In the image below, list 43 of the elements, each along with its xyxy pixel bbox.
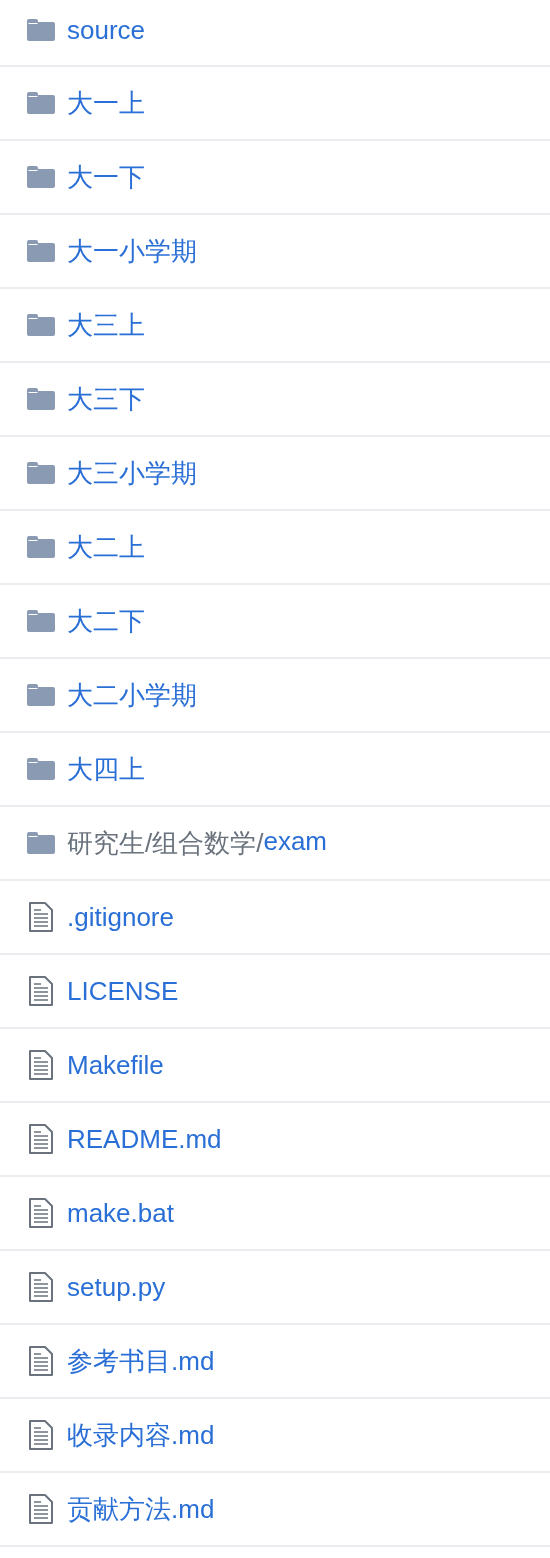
file-icon: [29, 1494, 53, 1524]
file-link[interactable]: 贡献方法.md: [67, 1491, 215, 1527]
file-link[interactable]: LICENSE: [67, 975, 179, 1007]
folder-icon: [27, 92, 55, 114]
folder-icon: [27, 758, 55, 780]
folder-link[interactable]: exam: [263, 825, 328, 861]
folder-link[interactable]: source: [67, 14, 146, 46]
folder-link[interactable]: 大二上: [67, 529, 145, 565]
file-icon: [29, 1124, 53, 1154]
folder-icon: [27, 536, 55, 558]
folder-icon: [27, 832, 55, 854]
file-icon: [29, 1346, 53, 1376]
folder-link[interactable]: 大三小学期: [67, 455, 197, 491]
file-icon: [29, 902, 53, 932]
folder-link[interactable]: 大一下: [67, 159, 145, 195]
folder-link[interactable]: 大四上: [67, 751, 145, 787]
folder-link[interactable]: 大二小学期: [67, 677, 197, 713]
path-prefix: 研究生/组合数学/: [67, 826, 264, 860]
file-link[interactable]: README.md: [67, 1123, 222, 1155]
file-icon: [29, 1272, 53, 1302]
folder-link[interactable]: 大一上: [67, 85, 145, 121]
folder-link[interactable]: 大三上: [67, 307, 145, 343]
folder-icon: [27, 19, 55, 41]
file-icon: [29, 1420, 53, 1450]
folder-link[interactable]: 大三下: [67, 381, 145, 417]
file-link[interactable]: setup.py: [67, 1271, 166, 1303]
folder-icon: [27, 240, 55, 262]
file-link[interactable]: 收录内容.md: [67, 1417, 215, 1453]
folder-link[interactable]: 大二下: [67, 603, 145, 639]
folder-icon: [27, 462, 55, 484]
file-icon: [29, 1050, 53, 1080]
file-icon: [29, 1198, 53, 1228]
file-link[interactable]: make.bat: [67, 1197, 174, 1229]
folder-link[interactable]: 大一小学期: [67, 233, 197, 269]
folder-icon: [27, 610, 55, 632]
file-link[interactable]: Makefile: [67, 1049, 164, 1081]
file-icon: [29, 976, 53, 1006]
file-link[interactable]: .gitignore: [67, 901, 174, 933]
folder-icon: [27, 314, 55, 336]
folder-icon: [27, 166, 55, 188]
file-link[interactable]: 参考书目.md: [67, 1343, 215, 1379]
folder-icon: [27, 684, 55, 706]
folder-icon: [27, 388, 55, 410]
